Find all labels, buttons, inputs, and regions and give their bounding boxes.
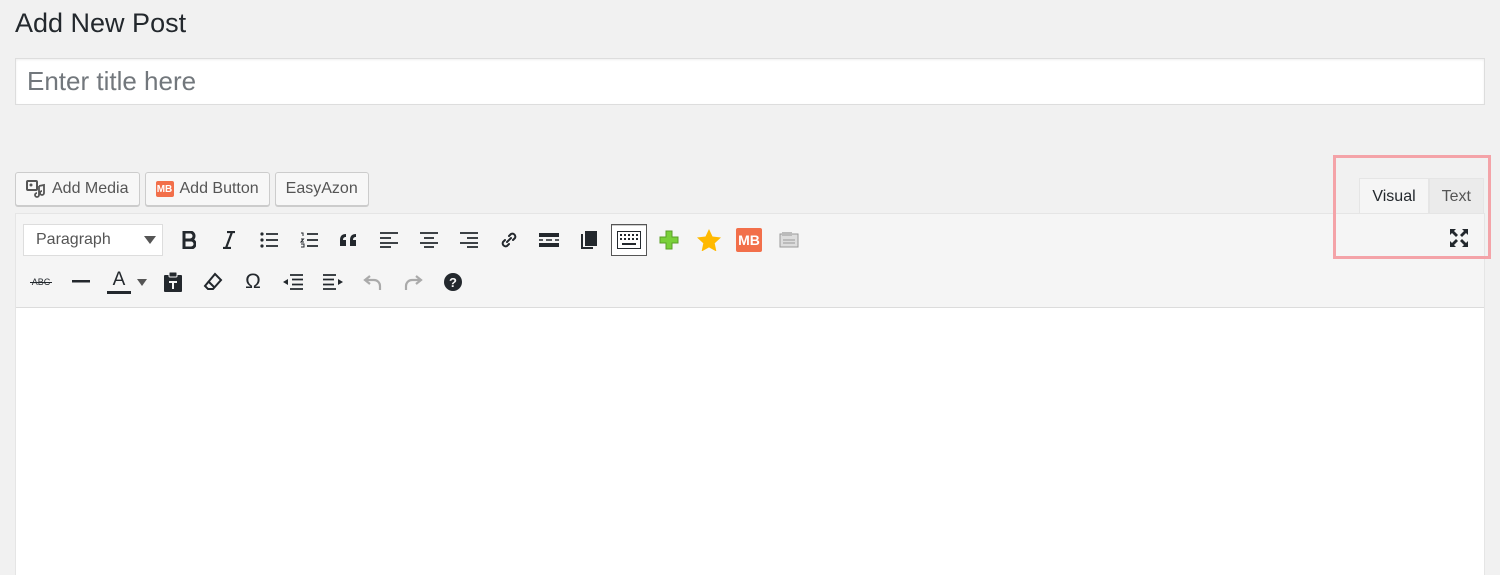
format-select[interactable]: Paragraph bbox=[23, 224, 163, 256]
help-icon: ? bbox=[444, 273, 462, 291]
copy-icon bbox=[581, 231, 597, 249]
editor-tabs: Visual Text bbox=[1359, 178, 1484, 214]
text-color-label: A bbox=[112, 268, 126, 290]
bulleted-list-icon bbox=[260, 232, 278, 248]
text-color-button[interactable]: A bbox=[103, 266, 151, 298]
easyazon-button[interactable]: EasyAzon bbox=[274, 172, 369, 206]
bold-icon bbox=[182, 231, 196, 249]
text-color-icon: A bbox=[107, 268, 131, 294]
toolbar-row-1: Paragraph MB bbox=[23, 224, 811, 256]
easyazon-label: EasyAzon bbox=[285, 180, 358, 197]
help-label: ? bbox=[449, 274, 457, 290]
paste-text-button[interactable] bbox=[155, 266, 191, 298]
editor-content-area[interactable] bbox=[16, 308, 1484, 575]
fullscreen-icon bbox=[1449, 228, 1469, 253]
undo-icon bbox=[363, 273, 383, 291]
add-button-button[interactable]: MB Add Button bbox=[144, 172, 270, 206]
star-button[interactable] bbox=[691, 224, 727, 256]
plus-button[interactable] bbox=[651, 224, 687, 256]
bold-button[interactable] bbox=[171, 224, 207, 256]
numbered-list-button[interactable] bbox=[291, 224, 327, 256]
align-right-button[interactable] bbox=[451, 224, 487, 256]
help-button[interactable]: ? bbox=[435, 266, 471, 298]
clear-formatting-button[interactable] bbox=[195, 266, 231, 298]
horizontal-line-icon bbox=[72, 280, 90, 284]
mb-icon: MB bbox=[736, 228, 762, 252]
clear-formatting-icon bbox=[203, 272, 223, 292]
italic-button[interactable] bbox=[211, 224, 247, 256]
post-title-input[interactable] bbox=[15, 58, 1485, 105]
indent-button[interactable] bbox=[315, 266, 351, 298]
horizontal-line-button[interactable] bbox=[63, 266, 99, 298]
link-button[interactable] bbox=[491, 224, 527, 256]
add-media-label: Add Media bbox=[52, 180, 129, 197]
bulleted-list-button[interactable] bbox=[251, 224, 287, 256]
special-character-button[interactable]: Ω bbox=[235, 266, 271, 298]
tab-visual[interactable]: Visual bbox=[1359, 178, 1429, 214]
chevron-down-icon bbox=[137, 278, 147, 286]
media-placeholder-button[interactable] bbox=[771, 224, 807, 256]
outdent-button[interactable] bbox=[275, 266, 311, 298]
add-media-button[interactable]: Add Media bbox=[15, 172, 140, 206]
align-left-icon bbox=[380, 232, 398, 248]
link-icon bbox=[499, 230, 519, 250]
star-icon bbox=[697, 229, 721, 251]
redo-button[interactable] bbox=[395, 266, 431, 298]
align-right-icon bbox=[460, 232, 478, 248]
toolbar-toggle-button[interactable] bbox=[611, 224, 647, 256]
plus-icon bbox=[659, 230, 679, 250]
toolbar-toggle-icon bbox=[617, 231, 641, 249]
toolbar-row-2: ABC A Ω ? bbox=[23, 266, 475, 298]
strikethrough-icon: ABC bbox=[29, 277, 53, 287]
media-icon bbox=[26, 180, 46, 198]
fullscreen-button[interactable] bbox=[1444, 225, 1474, 255]
editor: Paragraph MB ABC A Ω ? bbox=[15, 213, 1485, 575]
read-more-button[interactable] bbox=[531, 224, 567, 256]
copy-button[interactable] bbox=[571, 224, 607, 256]
outdent-icon bbox=[283, 274, 303, 290]
add-button-label: Add Button bbox=[179, 180, 259, 197]
align-left-button[interactable] bbox=[371, 224, 407, 256]
tab-text[interactable]: Text bbox=[1428, 178, 1484, 214]
media-placeholder-icon bbox=[779, 232, 799, 248]
mb-button[interactable]: MB bbox=[731, 224, 767, 256]
paste-text-icon bbox=[164, 272, 182, 292]
read-more-icon bbox=[539, 233, 559, 247]
format-select-value: Paragraph bbox=[36, 231, 111, 248]
redo-icon bbox=[403, 273, 423, 291]
media-buttons: Add Media MB Add Button EasyAzon bbox=[15, 172, 369, 206]
mb-logo-icon: MB bbox=[155, 181, 174, 197]
indent-icon bbox=[323, 274, 343, 290]
page-title: Add New Post bbox=[15, 8, 187, 38]
numbered-list-icon bbox=[300, 232, 318, 248]
special-character-icon: Ω bbox=[245, 270, 261, 293]
italic-icon bbox=[222, 231, 236, 249]
strikethrough-button[interactable]: ABC bbox=[23, 266, 59, 298]
blockquote-icon bbox=[339, 233, 359, 247]
align-center-button[interactable] bbox=[411, 224, 447, 256]
blockquote-button[interactable] bbox=[331, 224, 367, 256]
undo-button[interactable] bbox=[355, 266, 391, 298]
chevron-down-icon bbox=[144, 231, 156, 249]
editor-toolbar: Paragraph MB ABC A Ω ? bbox=[16, 214, 1484, 308]
align-center-icon bbox=[420, 232, 438, 248]
